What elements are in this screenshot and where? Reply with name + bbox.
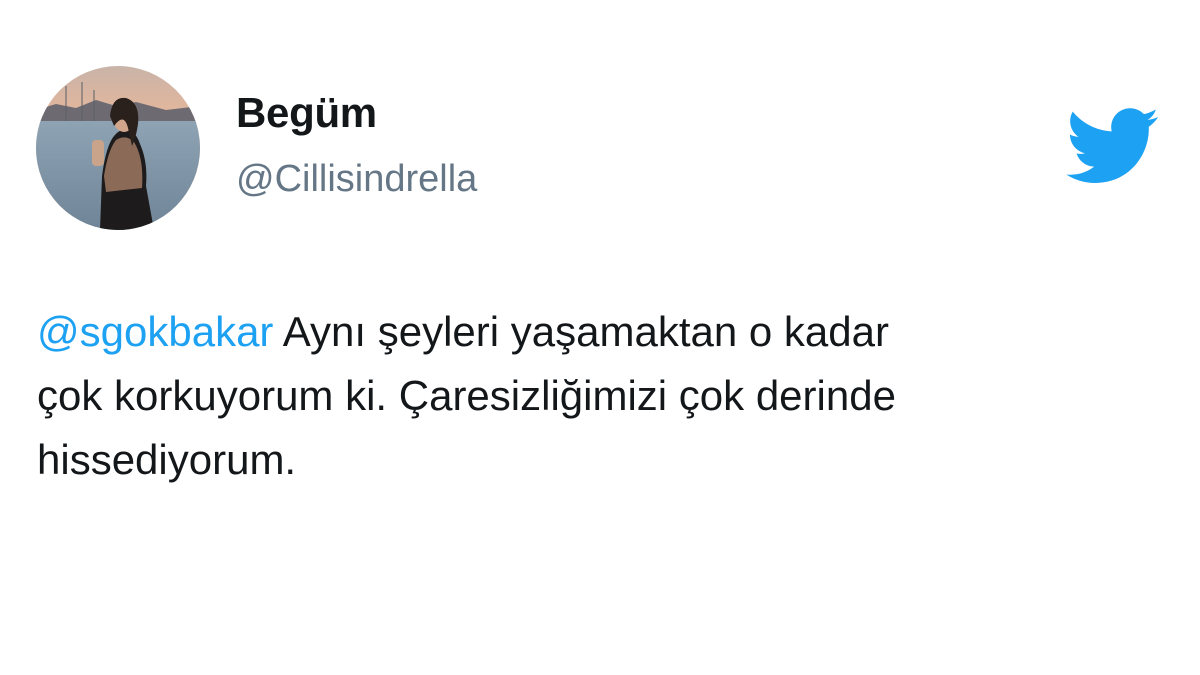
user-handle[interactable]: @Cillisindrella xyxy=(236,160,477,198)
mention-link[interactable]: @sgokbakar xyxy=(37,308,273,355)
tweet-text-line-1: Aynı şeyleri yaşamaktan o kadar xyxy=(273,308,889,355)
user-photo-icon xyxy=(36,66,200,230)
tweet-text-line-3: hissediyorum. xyxy=(37,436,297,483)
twitter-bird-icon[interactable] xyxy=(1066,108,1160,184)
avatar[interactable] xyxy=(36,66,200,230)
tweet-card: Begüm @Cillisindrella @sgokbakar Aynı şe… xyxy=(0,0,1200,675)
tweet-text-line-2: çok korkuyorum ki. Çaresizliğimizi çok d… xyxy=(37,372,896,419)
tweet-body: @sgokbakar Aynı şeyleri yaşamaktan o kad… xyxy=(37,300,1157,492)
display-name[interactable]: Begüm xyxy=(236,92,377,134)
